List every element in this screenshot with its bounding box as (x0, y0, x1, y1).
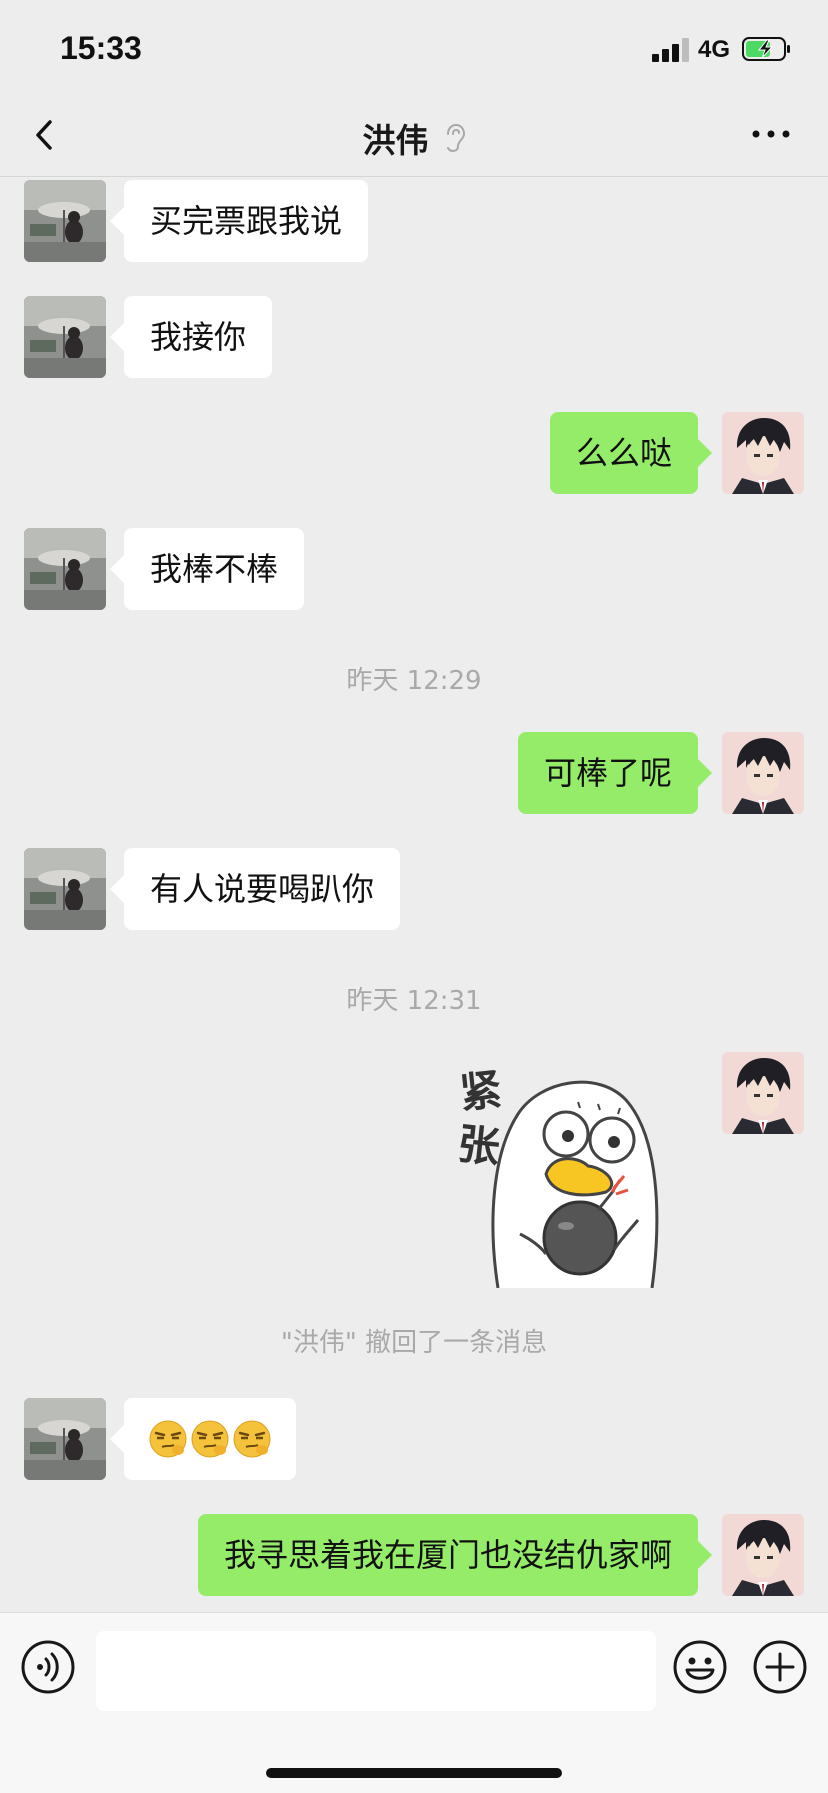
incoming-message[interactable]: 我接你 (109, 296, 273, 378)
chat-title[interactable]: 洪伟 (362, 121, 428, 160)
status-time: 15:33 (60, 30, 142, 66)
network-type: 4G (698, 36, 731, 63)
battery-charging-icon (742, 37, 790, 61)
my-avatar[interactable] (722, 1514, 804, 1596)
sticker-caption-1: 紧 (457, 1065, 504, 1118)
incoming-message[interactable]: 我棒不棒 (109, 528, 305, 610)
outgoing-message[interactable]: 我寻思着我在厦门也没结仇家啊 (197, 1514, 713, 1596)
my-avatar[interactable] (722, 1052, 804, 1134)
message-list[interactable]: 买完票跟我说 我接你 么么哒 我棒不棒 昨天 12:29 可棒了呢 有人说要喝趴… (0, 176, 828, 1612)
contact-avatar[interactable] (24, 1398, 106, 1480)
incoming-message[interactable]: 买完票跟我说 (109, 180, 369, 262)
input-bar (0, 1612, 828, 1793)
incoming-message[interactable]: 有人说要喝趴你 (109, 848, 401, 930)
contact-avatar[interactable] (24, 180, 106, 262)
contact-avatar[interactable] (24, 848, 106, 930)
earpiece-icon (446, 123, 465, 153)
timestamp: 昨天 12:31 (346, 986, 482, 1016)
signal-icon (652, 38, 692, 62)
chat-header: 洪伟 (0, 100, 828, 177)
smirk-face-icon (149, 1420, 187, 1458)
outgoing-message[interactable]: 可棒了呢 (517, 732, 713, 814)
voice-icon[interactable] (20, 1639, 76, 1695)
recall-notice: "洪伟" 撤回了一条消息 (280, 1328, 548, 1358)
status-bar: 15:33 4G (0, 0, 828, 100)
contact-avatar[interactable] (24, 528, 106, 610)
outgoing-message[interactable]: 么么哒 (549, 412, 713, 494)
emoji-icon[interactable] (672, 1639, 728, 1695)
more-button[interactable] (746, 114, 796, 154)
my-avatar[interactable] (722, 732, 804, 814)
message-input[interactable] (96, 1631, 656, 1711)
chat-title-wrap: 洪伟 (0, 114, 828, 162)
incoming-emoji-message[interactable] (110, 1398, 296, 1480)
plus-icon[interactable] (752, 1639, 808, 1695)
my-avatar[interactable] (722, 412, 804, 494)
home-indicator[interactable] (266, 1768, 562, 1778)
sticker-caption-2: 张 (455, 1119, 502, 1172)
smirk-face-icon (191, 1420, 229, 1458)
smirk-face-icon (233, 1420, 271, 1458)
timestamp: 昨天 12:29 (346, 666, 482, 696)
contact-avatar[interactable] (24, 296, 106, 378)
sticker-duck[interactable]: 紧 张 (448, 1044, 698, 1288)
